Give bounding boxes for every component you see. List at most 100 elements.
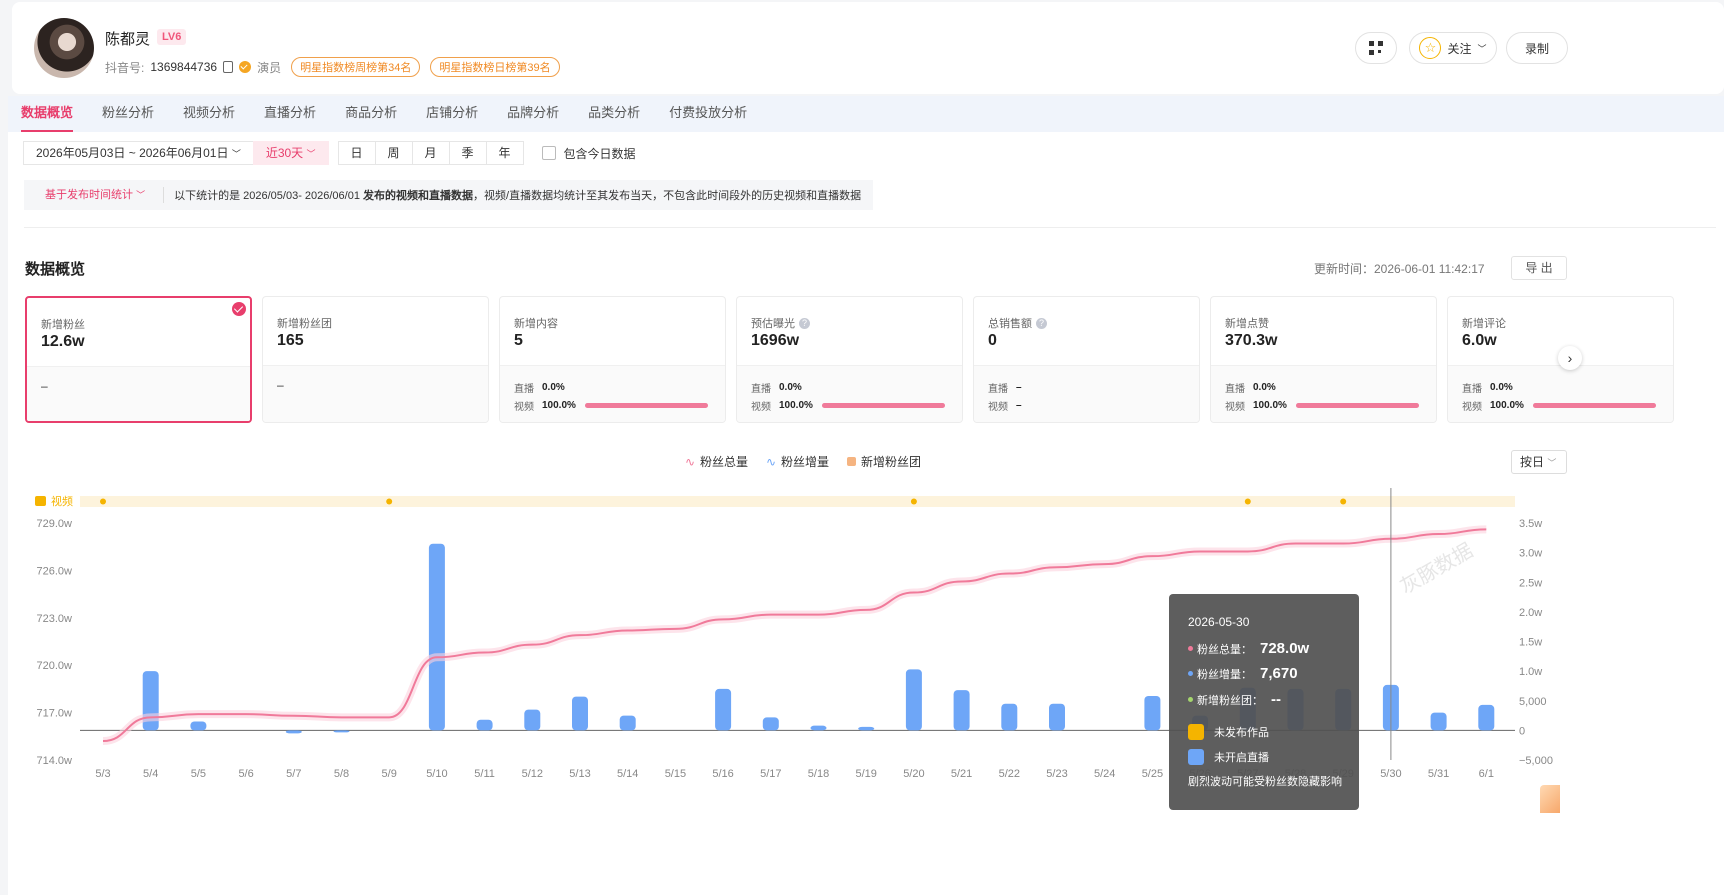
unit-button[interactable]: 周 bbox=[374, 141, 413, 165]
metric-label: 新增点赞 bbox=[1225, 315, 1269, 331]
x-tick: 5/20 bbox=[903, 768, 924, 780]
tooltip-note: 剧烈波动可能受粉丝数隐藏影响 bbox=[1188, 776, 1342, 788]
metric-label: 新增评论 bbox=[1462, 315, 1506, 331]
x-tick: 5/11 bbox=[474, 768, 495, 780]
x-tick: 5/6 bbox=[238, 768, 253, 780]
bar-5/11 bbox=[476, 719, 493, 731]
y-left-tick: 717.0w bbox=[37, 708, 73, 720]
metric-label-text: 新增粉丝团 bbox=[277, 318, 332, 330]
preset-dropdown[interactable]: 近30天 ﹀ bbox=[252, 141, 329, 165]
video-icon bbox=[35, 496, 46, 506]
tab-7[interactable]: 品类分析 bbox=[588, 96, 640, 132]
y-right-tick: 2.5w bbox=[1519, 577, 1542, 589]
bar-5/13 bbox=[572, 696, 588, 731]
tab-4[interactable]: 商品分析 bbox=[345, 96, 397, 132]
x-tick: 5/25 bbox=[1142, 768, 1163, 780]
bar-5/20 bbox=[905, 669, 922, 731]
qr-code-icon bbox=[1369, 41, 1383, 55]
bar-5/19 bbox=[858, 726, 875, 731]
metric-value: 1696w bbox=[751, 332, 800, 349]
floating-badge[interactable] bbox=[1540, 785, 1560, 813]
unit-button[interactable]: 年 bbox=[485, 141, 524, 165]
follow-button[interactable]: ☆ 关注 ﹀ bbox=[1409, 32, 1497, 64]
y-left-tick: 726.0w bbox=[37, 565, 73, 577]
bar-5/21 bbox=[953, 690, 970, 731]
douyin-id: 1369844736 bbox=[150, 60, 218, 74]
x-tick: 5/23 bbox=[1046, 768, 1067, 780]
export-button[interactable]: 导 出 bbox=[1511, 256, 1567, 280]
tooltip-date: 2026-05-30 bbox=[1188, 615, 1250, 629]
x-tick: 5/12 bbox=[522, 768, 543, 780]
unit-button[interactable]: 月 bbox=[411, 141, 450, 165]
bar-5/16 bbox=[715, 688, 732, 731]
avatar[interactable] bbox=[34, 18, 94, 78]
metric-label: 总销售额? bbox=[988, 315, 1047, 331]
tooltip-group-row: 新增粉丝团： -- bbox=[1188, 691, 1281, 708]
help-icon[interactable]: ? bbox=[1036, 317, 1047, 329]
y-right-tick: 2.0w bbox=[1519, 607, 1542, 619]
stat-mode-dropdown[interactable]: 基于发布时间统计 ﹀ bbox=[24, 187, 165, 203]
bar-5/18 bbox=[810, 725, 827, 731]
x-tick: 5/4 bbox=[143, 768, 158, 780]
x-tick: 5/13 bbox=[569, 768, 590, 780]
tab-0[interactable]: 数据概览 bbox=[21, 96, 74, 132]
info-text: 以下统计的是 2026/05/03- 2026/06/01 发布的视频和直播数据… bbox=[164, 187, 861, 203]
metric-label-text: 新增点赞 bbox=[1225, 318, 1269, 330]
tooltip-total-label: 粉丝总量： bbox=[1197, 643, 1252, 656]
x-tick: 5/16 bbox=[712, 768, 733, 780]
tab-2[interactable]: 视频分析 bbox=[183, 96, 235, 132]
qr-code-button[interactable] bbox=[1355, 32, 1397, 64]
metric-value: 5 bbox=[514, 332, 523, 349]
metric-label: 预估曝光? bbox=[751, 315, 810, 331]
verified-icon bbox=[239, 61, 252, 73]
tab-6[interactable]: 品牌分析 bbox=[507, 96, 559, 132]
rank-daily-tag[interactable]: 明星指数榜日榜第39名 bbox=[430, 57, 560, 77]
divider bbox=[24, 227, 1716, 228]
bar-5/10 bbox=[428, 543, 445, 731]
metric-label-text: 预估曝光 bbox=[751, 318, 795, 330]
check-icon bbox=[232, 302, 246, 316]
date-range-picker[interactable]: 2026年05月03日 ~ 2026年06月01日 ﹀ bbox=[23, 141, 254, 165]
tab-3[interactable]: 直播分析 bbox=[264, 96, 316, 132]
metric-label-text: 新增评论 bbox=[1462, 318, 1506, 330]
include-today-label[interactable]: 包含今日数据 bbox=[564, 145, 636, 162]
record-button[interactable]: 录制 bbox=[1506, 32, 1568, 64]
tooltip-increase-row: 粉丝增量： 7,670 bbox=[1188, 665, 1298, 682]
metric-value: 165 bbox=[277, 332, 304, 349]
follow-label: 关注 bbox=[1447, 41, 1472, 56]
unit-button[interactable]: 季 bbox=[448, 141, 487, 165]
fans-chart[interactable]: 视频 729.0w 726.0w 723.0w 720.0w 717.0w 714.0w 3.… bbox=[0, 350, 1724, 820]
tab-8[interactable]: 付费投放分析 bbox=[669, 96, 747, 132]
unit-button[interactable]: 日 bbox=[337, 141, 376, 165]
profile-name: 陈都灵 bbox=[105, 31, 151, 48]
x-tick: 5/14 bbox=[617, 768, 638, 780]
tooltip-no-video: 未发布作品 bbox=[1188, 724, 1269, 740]
bar-5/8 bbox=[333, 730, 350, 733]
x-tick: 5/21 bbox=[951, 768, 972, 780]
tab-1[interactable]: 粉丝分析 bbox=[102, 96, 154, 132]
chevron-down-icon: ﹀ bbox=[306, 149, 316, 159]
metric-label: 新增粉丝团 bbox=[277, 315, 332, 331]
rank-weekly-tag[interactable]: 明星指数榜周榜第34名 bbox=[291, 57, 421, 77]
bar-5/17 bbox=[762, 717, 779, 731]
video-dot bbox=[386, 498, 393, 505]
tab-5[interactable]: 店铺分析 bbox=[426, 96, 478, 132]
bar-6/1 bbox=[1478, 704, 1495, 731]
watermark-logo: 灰豚数据 bbox=[1396, 539, 1477, 599]
help-icon[interactable]: ? bbox=[799, 317, 810, 329]
include-today-checkbox[interactable] bbox=[541, 146, 556, 160]
bar-5/25 bbox=[1144, 696, 1161, 731]
copy-icon[interactable] bbox=[223, 61, 234, 73]
info-text-bold: 发布的视频和直播数据 bbox=[363, 190, 474, 202]
y-right-tick: 1.5w bbox=[1519, 637, 1542, 649]
x-tick: 5/24 bbox=[1094, 768, 1115, 780]
y-right-tick: −5,000 bbox=[1519, 755, 1553, 767]
video-dot bbox=[1244, 498, 1251, 505]
dot-icon bbox=[1188, 671, 1193, 676]
tooltip-no-live: 未开启直播 bbox=[1188, 749, 1269, 765]
metric-label-text: 新增内容 bbox=[514, 318, 558, 330]
x-tick: 6/1 bbox=[1479, 768, 1494, 780]
tooltip-increase-value: 7,670 bbox=[1260, 665, 1298, 682]
x-tick: 5/18 bbox=[808, 768, 829, 780]
x-tick: 5/30 bbox=[1380, 768, 1401, 780]
